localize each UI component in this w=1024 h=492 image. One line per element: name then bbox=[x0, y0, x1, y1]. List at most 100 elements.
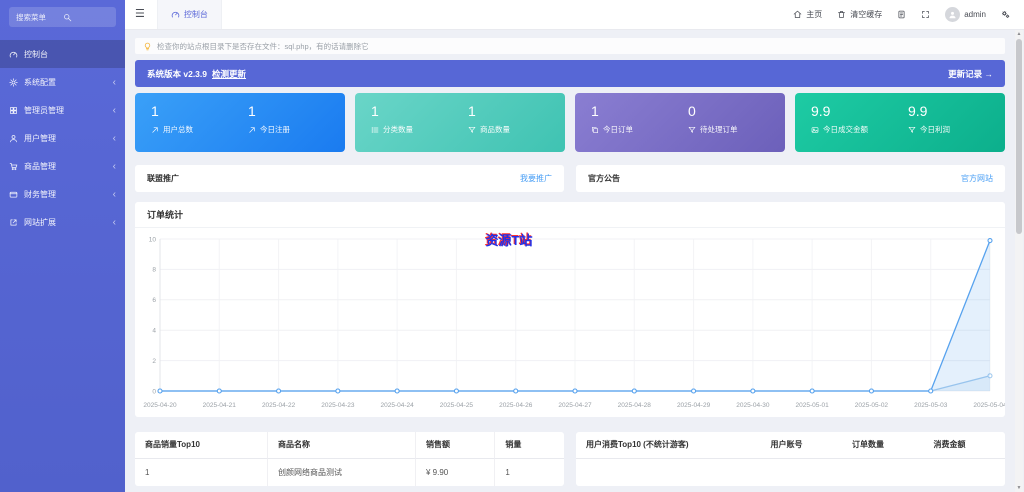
version-banner: 系统版本 v2.3.9 检测更新 更新记录 → bbox=[135, 60, 1005, 87]
notice-bar: 检查你的站点根目录下是否存在文件：sql.php，有的话请删除它 bbox=[135, 38, 1005, 54]
stat-value: 1 bbox=[248, 102, 345, 120]
stat-value: 9.9 bbox=[811, 102, 908, 120]
svg-text:6: 6 bbox=[152, 297, 156, 304]
sidebar-search-placeholder: 搜索菜单 bbox=[16, 12, 63, 23]
svg-text:4: 4 bbox=[152, 328, 156, 335]
svg-text:2025-04-26: 2025-04-26 bbox=[499, 402, 533, 409]
svg-text:2025-04-25: 2025-04-25 bbox=[440, 402, 474, 409]
svg-text:2025-04-23: 2025-04-23 bbox=[321, 402, 355, 409]
trend-up-icon bbox=[151, 126, 159, 134]
stat-value: 0 bbox=[688, 102, 785, 120]
svg-text:2025-04-24: 2025-04-24 bbox=[381, 402, 415, 409]
svg-text:2025-04-29: 2025-04-29 bbox=[677, 402, 711, 409]
order-stats-card: 订单统计 02468102025-04-202025-04-212025-04-… bbox=[135, 202, 1005, 417]
table-cell: 创颜网络商品测试 bbox=[268, 459, 416, 486]
svg-text:8: 8 bbox=[152, 267, 156, 274]
cogs-icon[interactable] bbox=[1001, 10, 1010, 19]
table-cell: 1 bbox=[135, 459, 268, 486]
home-icon bbox=[793, 10, 802, 19]
chevron-left-icon: ‹ bbox=[113, 217, 116, 228]
column-header: 销售额 bbox=[416, 432, 495, 459]
fullscreen-icon[interactable] bbox=[921, 10, 930, 19]
stat-value: 1 bbox=[591, 102, 688, 120]
svg-text:2: 2 bbox=[152, 358, 156, 365]
stat-value: 1 bbox=[468, 102, 565, 120]
table-header-row: 用户消费Top10 (不统计游客) 用户账号 订单数量 消费金额 bbox=[576, 432, 1005, 459]
stat-label: 用户总数 bbox=[163, 124, 193, 135]
official-site-link[interactable]: 官方网站 bbox=[961, 173, 993, 184]
chart-title: 订单统计 bbox=[135, 202, 1005, 228]
gear-icon bbox=[9, 78, 18, 87]
chevron-left-icon: ‹ bbox=[113, 133, 116, 144]
copy-icon bbox=[591, 126, 599, 134]
main-area: ☰ 控制台 主页 清空缓存 bbox=[125, 0, 1024, 492]
changelog-link[interactable]: 更新记录 → bbox=[948, 68, 993, 80]
notice-text: 检查你的站点根目录下是否存在文件：sql.php，有的话请删除它 bbox=[157, 41, 369, 52]
sidebar-item-finance-management[interactable]: 财务管理 ‹ bbox=[0, 180, 125, 208]
stat-cards-row: 1 用户总数 1 今日注册 1 bbox=[135, 93, 1005, 152]
column-header: 用户消费Top10 (不统计游客) bbox=[576, 432, 760, 459]
note-icon[interactable] bbox=[897, 10, 906, 19]
search-icon bbox=[63, 13, 110, 22]
dashboard-icon bbox=[9, 50, 18, 59]
sidebar-item-console[interactable]: 控制台 bbox=[0, 40, 125, 68]
sidebar-item-user-management[interactable]: 用户管理 ‹ bbox=[0, 124, 125, 152]
sidebar: 搜索菜单 控制台 系统配置 ‹ 管理员管理 ‹ bbox=[0, 0, 125, 492]
column-header: 商品销量Top10 bbox=[135, 432, 268, 459]
announcement-card: 官方公告 官方网站 bbox=[576, 165, 1005, 192]
sidebar-item-system-config[interactable]: 系统配置 ‹ bbox=[0, 68, 125, 96]
stat-label: 今日利润 bbox=[920, 124, 950, 135]
svg-text:2025-05-04: 2025-05-04 bbox=[973, 402, 1005, 409]
dashboard-icon bbox=[171, 10, 180, 19]
stat-value: 1 bbox=[371, 102, 468, 120]
scroll-up-arrow[interactable]: ▲ bbox=[1015, 30, 1023, 38]
svg-text:2025-05-01: 2025-05-01 bbox=[796, 402, 830, 409]
image-icon bbox=[811, 126, 819, 134]
lightbulb-icon bbox=[143, 42, 152, 51]
sidebar-item-site-extension[interactable]: 网站扩展 ‹ bbox=[0, 208, 125, 236]
sidebar-item-product-management[interactable]: 商品管理 ‹ bbox=[0, 152, 125, 180]
column-header: 订单数量 bbox=[842, 432, 924, 459]
sidebar-menu: 控制台 系统配置 ‹ 管理员管理 ‹ 用户管理 ‹ bbox=[0, 40, 125, 236]
stat-label: 今日成交金额 bbox=[823, 124, 868, 135]
stat-card-revenue: 9.9 今日成交金额 9.9 今日利润 bbox=[795, 93, 1005, 152]
promo-title: 联盟推广 bbox=[147, 173, 179, 184]
orders-chart-svg: 02468102025-04-202025-04-212025-04-22202… bbox=[135, 228, 1005, 416]
funnel-icon bbox=[688, 126, 696, 134]
clear-cache-button[interactable]: 清空缓存 bbox=[837, 9, 882, 20]
column-header: 商品名称 bbox=[268, 432, 416, 459]
stat-label: 商品数量 bbox=[480, 124, 510, 135]
funnel-icon bbox=[908, 126, 916, 134]
avatar bbox=[945, 7, 960, 22]
check-update-link[interactable]: 检测更新 bbox=[212, 68, 246, 80]
stat-label: 分类数量 bbox=[383, 124, 413, 135]
user-menu[interactable]: admin bbox=[945, 7, 986, 22]
svg-text:2025-04-20: 2025-04-20 bbox=[143, 402, 177, 409]
sidebar-item-admin-management[interactable]: 管理员管理 ‹ bbox=[0, 96, 125, 124]
external-link-icon bbox=[9, 218, 18, 227]
user-icon bbox=[9, 134, 18, 143]
scroll-down-arrow[interactable]: ▼ bbox=[1015, 484, 1023, 492]
scrollbar-thumb[interactable] bbox=[1016, 39, 1022, 234]
svg-text:2025-04-27: 2025-04-27 bbox=[558, 402, 592, 409]
stat-value: 1 bbox=[151, 102, 248, 120]
stat-label: 待处理订单 bbox=[700, 124, 738, 135]
svg-text:10: 10 bbox=[149, 236, 157, 243]
home-button[interactable]: 主页 bbox=[793, 9, 822, 20]
stat-card-catalog: 1 分类数量 1 商品数量 bbox=[355, 93, 565, 152]
stat-value: 9.9 bbox=[908, 102, 1005, 120]
table-cell: 1 bbox=[495, 459, 564, 486]
tab-console[interactable]: 控制台 bbox=[157, 0, 222, 29]
stat-label: 今日订单 bbox=[603, 124, 633, 135]
column-header: 用户账号 bbox=[760, 432, 842, 459]
menu-toggle-icon[interactable]: ☰ bbox=[135, 9, 145, 20]
chevron-left-icon: ‹ bbox=[113, 189, 116, 200]
announcement-title: 官方公告 bbox=[588, 173, 620, 184]
finance-icon bbox=[9, 190, 18, 199]
top-products-table: 商品销量Top10 商品名称 销售额 销量 1 创颜网络商品测试 ¥ 9.90 … bbox=[135, 432, 564, 486]
svg-text:2025-04-28: 2025-04-28 bbox=[618, 402, 652, 409]
promo-card: 联盟推广 我要推广 bbox=[135, 165, 564, 192]
promo-link[interactable]: 我要推广 bbox=[520, 173, 552, 184]
sidebar-search-input[interactable]: 搜索菜单 bbox=[9, 7, 116, 27]
scrollbar[interactable]: ▲ ▼ bbox=[1015, 30, 1023, 492]
